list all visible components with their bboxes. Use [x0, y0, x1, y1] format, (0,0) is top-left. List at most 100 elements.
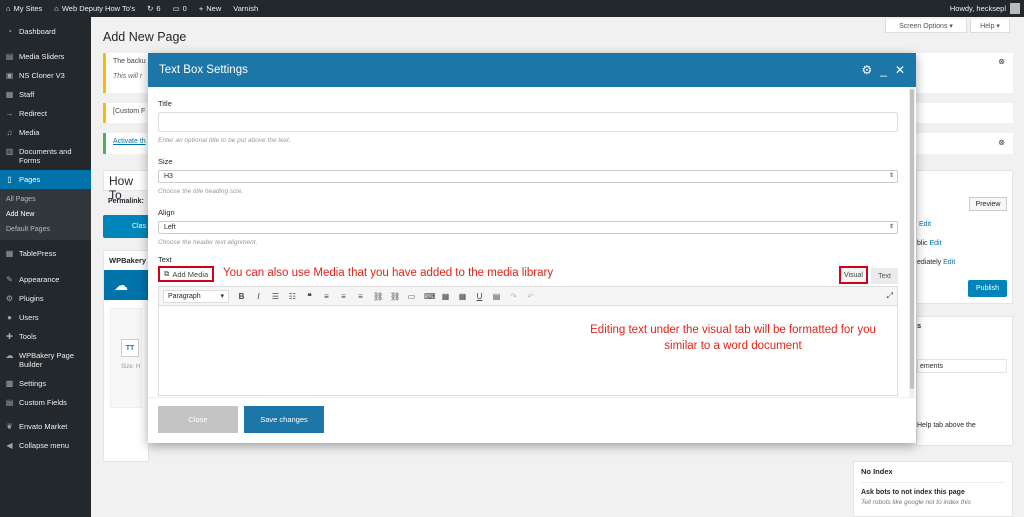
varnish-menu[interactable]: Varnish — [227, 0, 264, 17]
sidebar-item-collapse[interactable]: ◀ Collapse menu — [0, 436, 91, 455]
gear-icon[interactable]: ⚙ — [861, 63, 872, 77]
sidebar-item-wpbakery[interactable]: ☁ WPBakery Page Builder — [0, 346, 91, 374]
close-icon[interactable]: ✕ — [895, 63, 905, 77]
underline-icon[interactable]: U — [475, 292, 484, 301]
activate-link[interactable]: Activate th — [113, 138, 146, 145]
text-box-settings-modal: Text Box Settings ⚙ _ ✕ Title Enter an o… — [148, 53, 916, 443]
wpbakery-title: WPBakery — [109, 256, 147, 265]
add-media-button[interactable]: ⧉ Add Media — [158, 266, 215, 282]
submenu-all-pages[interactable]: All Pages — [0, 192, 91, 207]
edit-visibility-link[interactable]: Edit — [929, 240, 941, 247]
sidebar-item-settings[interactable]: ▩ Settings — [0, 374, 91, 393]
save-changes-button[interactable]: Save changes — [244, 406, 324, 433]
numbered-list-icon[interactable]: ☷ — [288, 292, 297, 301]
publish-box: Preview Edit blic Edit ediately Edit Pub… — [916, 170, 1013, 304]
my-sites-menu[interactable]: ⌂ My Sites — [0, 0, 48, 17]
dashboard-icon: ◔ — [7, 27, 12, 36]
edit-time-link[interactable]: Edit — [943, 259, 955, 266]
classic-mode-button[interactable]: Clas — [103, 215, 149, 238]
updates-link[interactable]: ↻ 6 — [141, 0, 166, 17]
sidebar-item-ns-cloner[interactable]: ▣ NS Cloner V3 — [0, 66, 91, 85]
media-icon: ♫ — [6, 128, 13, 137]
scrollbar-thumb[interactable] — [910, 89, 914, 389]
template-select[interactable]: ements — [917, 359, 1007, 373]
sidebar-item-appearance[interactable]: ✎ Appearance — [0, 270, 91, 289]
modal-scrollbar[interactable] — [909, 87, 915, 397]
screen-options-button[interactable]: Screen Options ▾ — [885, 19, 967, 33]
publish-button[interactable]: Publish — [968, 280, 1007, 297]
paste-text-icon[interactable]: ▤ — [492, 292, 501, 301]
size-select[interactable]: H3 ⇕ — [158, 170, 898, 183]
updates-icon: ↻ — [147, 4, 154, 13]
media-icon: ⧉ — [164, 269, 170, 278]
sidebar-item-label: TablePress — [19, 249, 57, 258]
account-menu[interactable]: Howdy, hecksepl — [950, 0, 1020, 17]
sidebar-item-users[interactable]: ● Users — [0, 308, 91, 327]
tab-visual[interactable]: Visual — [839, 266, 868, 284]
bullet-list-icon[interactable]: ☰ — [271, 292, 280, 301]
sidebar-item-media[interactable]: ♫ Media — [0, 123, 91, 142]
submenu-default-pages[interactable]: Default Pages — [0, 222, 91, 237]
title-input-bg[interactable]: How To — [103, 170, 153, 202]
home-icon: ⌂ — [54, 4, 59, 13]
comments-link[interactable]: ▭ 0 — [167, 0, 193, 17]
fullscreen-icon[interactable]: ⤢ — [887, 291, 893, 301]
align-center-icon[interactable]: ≡ — [339, 292, 348, 301]
site-name-menu[interactable]: ⌂ Web Deputy How To's — [48, 0, 141, 17]
keyboard-icon[interactable]: ⌨ — [424, 292, 436, 301]
admin-bar: ⌂ My Sites ⌂ Web Deputy How To's ↻ 6 ▭ 0… — [0, 0, 1024, 17]
sidebar-item-label: Users — [19, 313, 39, 322]
dismiss-icon[interactable]: ⊗ — [998, 138, 1005, 147]
align-select[interactable]: Left ⇕ — [158, 221, 898, 234]
sidebar-item-documents[interactable]: ▥ Documents and Forms — [0, 142, 91, 170]
editor-header: ⧉ Add Media You can also use Media that … — [158, 264, 898, 286]
help-button[interactable]: Help ▾ — [970, 19, 1010, 33]
sidebar-item-label: Plugins — [19, 294, 44, 303]
unlink-icon[interactable]: ⛓ — [390, 292, 400, 301]
notice-text: [Custom F — [113, 108, 146, 115]
redo-icon[interactable]: ↷ — [509, 292, 518, 301]
sidebar-item-dashboard[interactable]: ◔ Dashboard — [0, 22, 91, 41]
bold-icon[interactable]: B — [237, 292, 246, 301]
select-arrows-icon: ⇕ — [888, 224, 894, 230]
new-content-menu[interactable]: + New — [193, 0, 227, 17]
close-button[interactable]: Close — [158, 406, 238, 433]
align-value: Left — [164, 224, 176, 231]
read-more-icon[interactable]: ▭ — [407, 292, 416, 301]
minimize-icon[interactable]: _ — [880, 63, 887, 77]
redirect-icon: → — [5, 109, 14, 118]
undo-icon[interactable]: ↶ — [526, 292, 535, 301]
preview-button[interactable]: Preview — [969, 197, 1007, 211]
table-icon[interactable]: ▦ — [458, 292, 467, 301]
blockquote-icon[interactable]: ❝ — [305, 292, 314, 301]
link-icon[interactable]: ⛓ — [373, 292, 383, 301]
tab-text[interactable]: Text — [871, 268, 898, 284]
align-help: Choose the header text alignment. — [158, 239, 258, 246]
format-select[interactable]: Paragraph ▾ — [163, 289, 229, 303]
sidebar-item-custom-fields[interactable]: ▤ Custom Fields — [0, 393, 91, 412]
italic-icon[interactable]: I — [254, 292, 263, 301]
sidebar-item-pages[interactable]: ▯ Pages — [0, 170, 91, 189]
sidebar-item-envato[interactable]: ❦ Envato Market — [0, 417, 91, 436]
align-right-icon[interactable]: ≡ — [356, 292, 365, 301]
sidebar-item-media-sliders[interactable]: ▤ Media Sliders — [0, 47, 91, 66]
title-input[interactable] — [158, 112, 898, 132]
text-block-element[interactable]: TT Size: H — [110, 308, 142, 408]
sidebar-item-plugins[interactable]: ⚙ Plugins — [0, 289, 91, 308]
sidebar-item-staff[interactable]: ▦ Staff — [0, 85, 91, 104]
submenu-add-new[interactable]: Add New — [0, 207, 91, 222]
edit-status-link[interactable]: Edit — [919, 221, 931, 228]
align-field-label: Align — [158, 208, 175, 217]
wpbakery-logo-icon: ☁ — [104, 270, 148, 300]
sidebar-item-label: Custom Fields — [19, 398, 67, 407]
dismiss-icon[interactable]: ⊗ — [998, 57, 1005, 66]
media-annotation: You can also use Media that you have add… — [223, 267, 554, 279]
text-field-label: Text — [158, 255, 172, 264]
align-left-icon[interactable]: ≡ — [322, 292, 331, 301]
kitchen-sink-icon[interactable]: ▦ — [441, 292, 450, 301]
sidebar-item-tablepress[interactable]: ▦ TablePress — [0, 244, 91, 263]
sidebar-item-tools[interactable]: ✚ Tools — [0, 327, 91, 346]
editor-content-area[interactable]: Editing text under the visual tab will b… — [158, 306, 898, 396]
sidebar-item-redirect[interactable]: → Redirect — [0, 104, 91, 123]
slider-icon: ▤ — [5, 52, 14, 61]
